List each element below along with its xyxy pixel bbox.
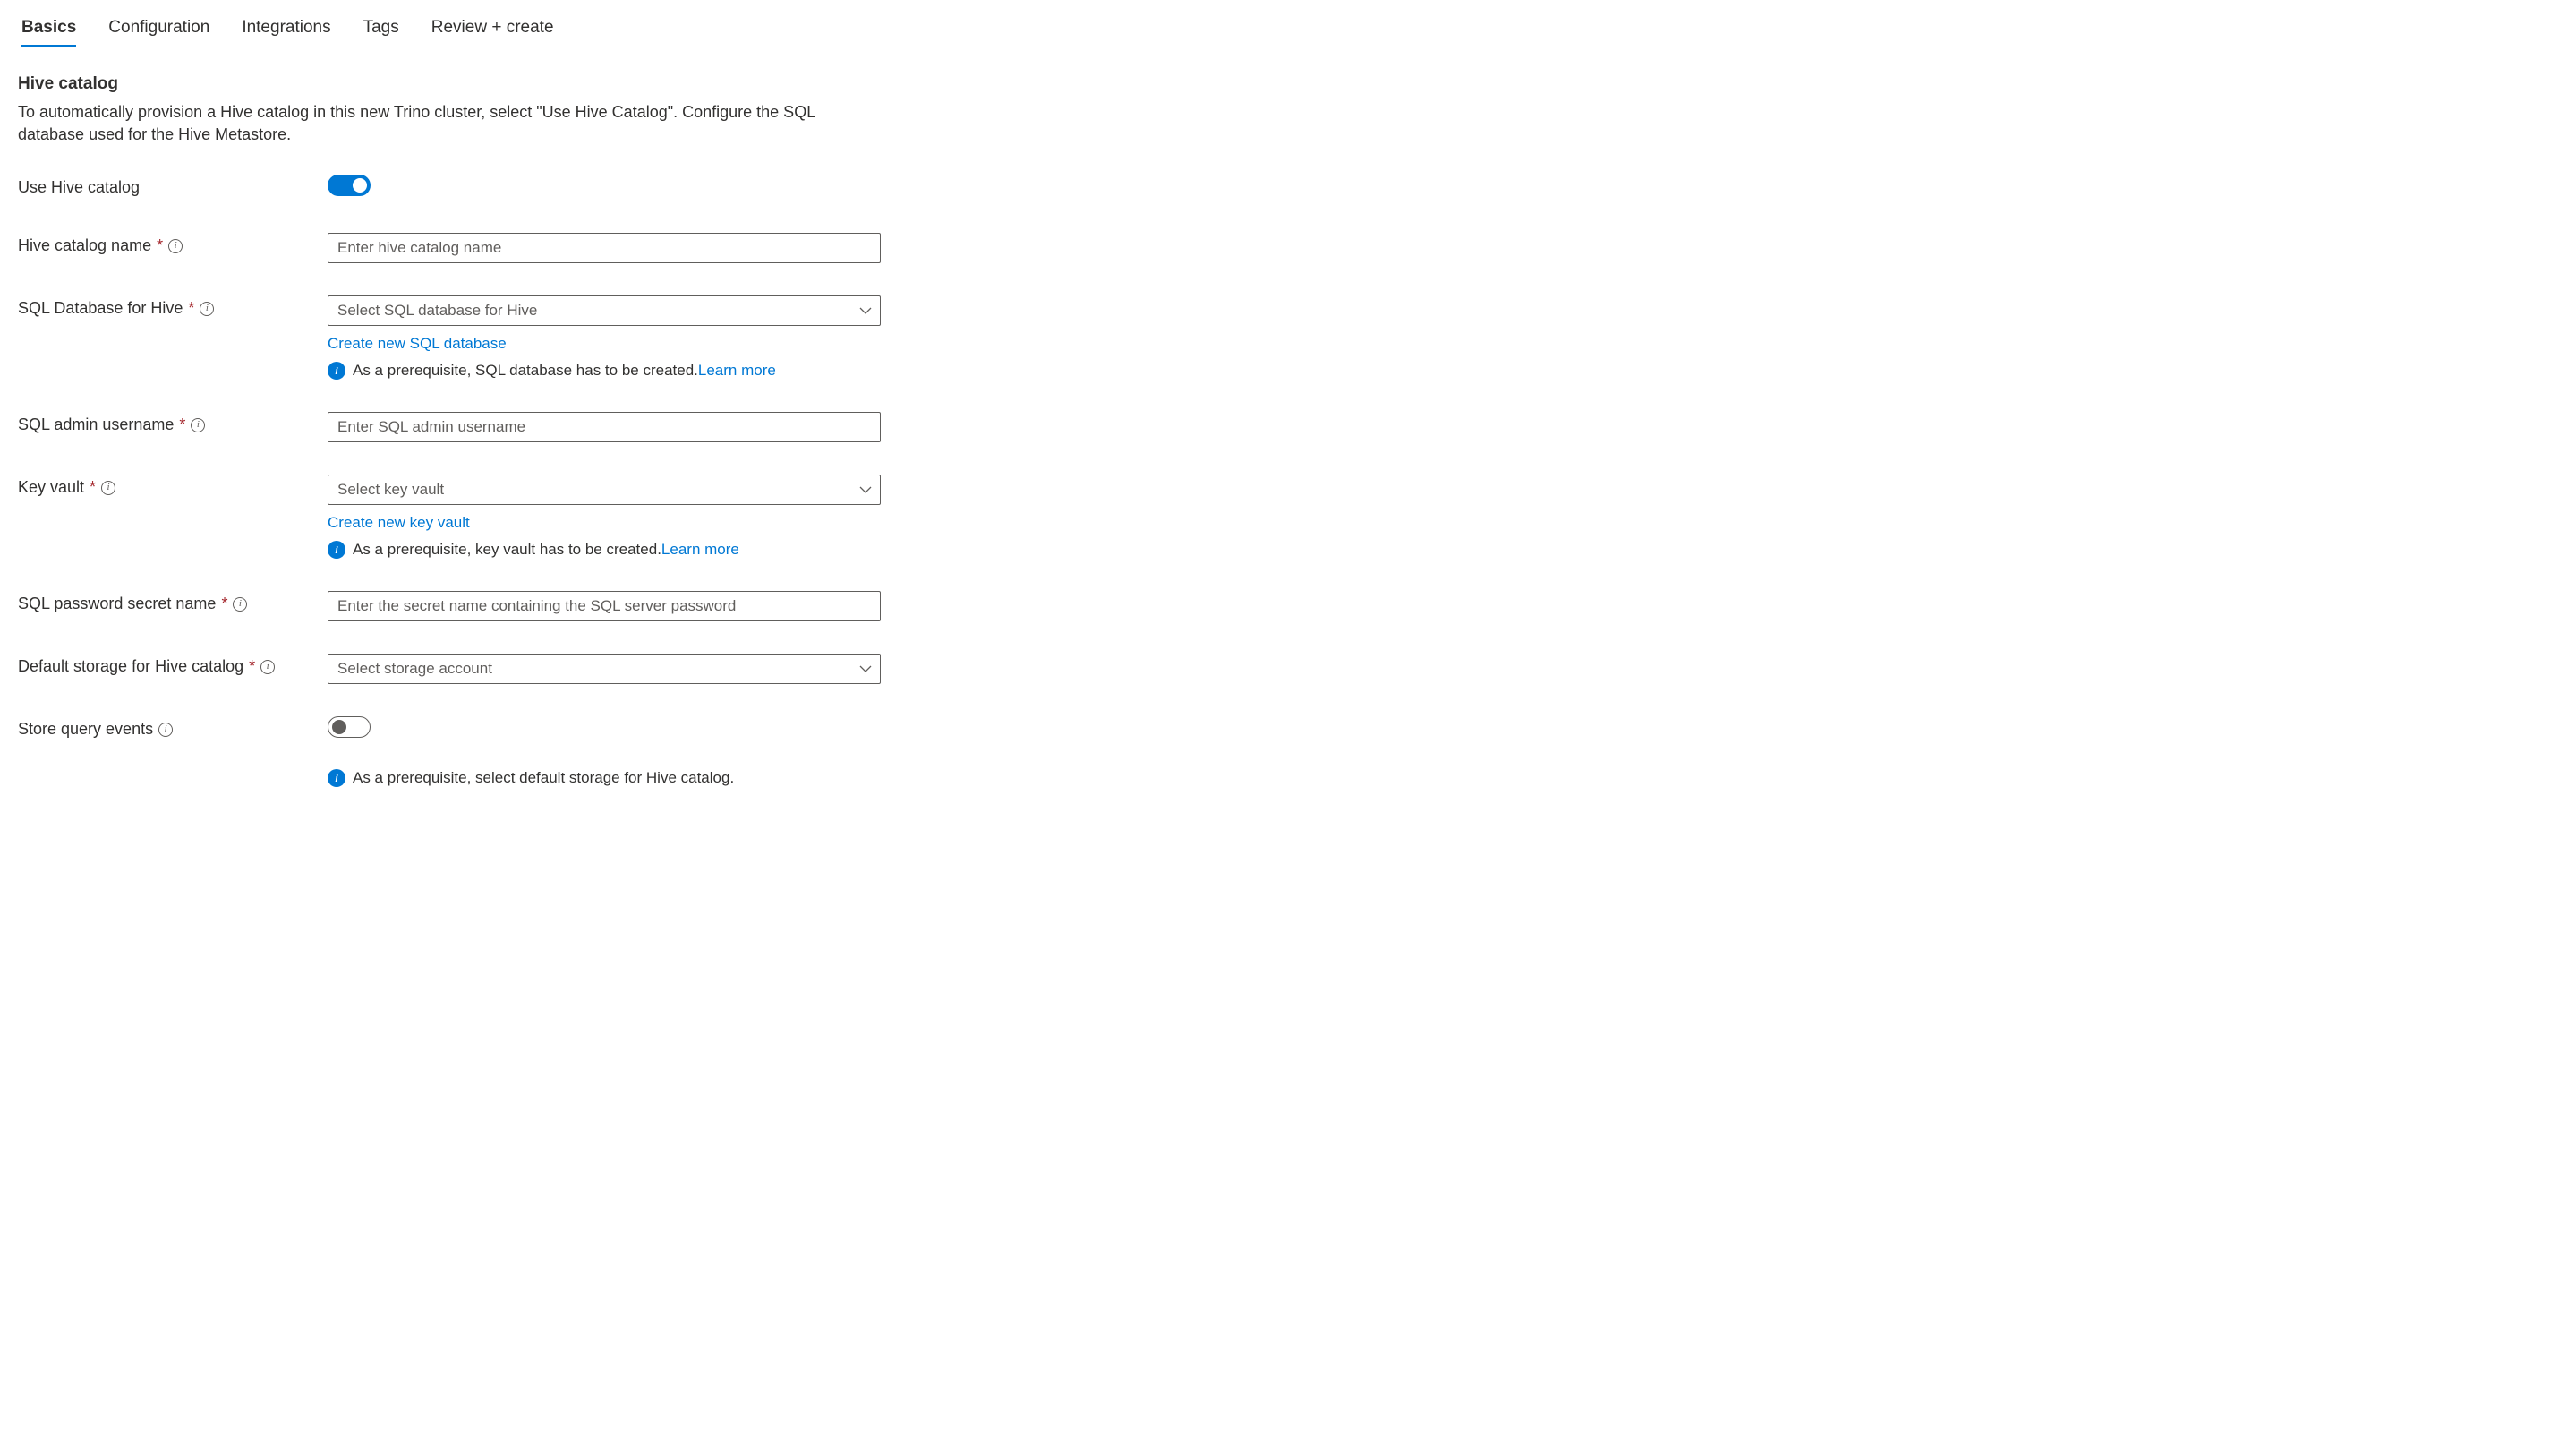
tabs-nav: Basics Configuration Integrations Tags R…: [18, 18, 2558, 47]
sql-db-placeholder: Select SQL database for Hive: [337, 302, 537, 320]
default-storage-label: Default storage for Hive catalog: [18, 657, 243, 676]
sql-db-select[interactable]: Select SQL database for Hive: [328, 295, 881, 326]
tab-integrations[interactable]: Integrations: [242, 18, 330, 47]
info-icon[interactable]: i: [260, 660, 275, 674]
catalog-name-input[interactable]: [328, 233, 881, 263]
info-icon[interactable]: i: [101, 481, 115, 495]
key-vault-select[interactable]: Select key vault: [328, 475, 881, 505]
required-icon: *: [249, 657, 255, 676]
info-badge-icon: i: [328, 362, 345, 380]
toggle-knob-icon: [353, 178, 367, 193]
tab-basics[interactable]: Basics: [21, 18, 76, 47]
required-icon: *: [179, 415, 185, 434]
use-hive-toggle[interactable]: [328, 175, 371, 196]
key-vault-learn-more-link[interactable]: Learn more: [661, 541, 739, 558]
secret-name-input[interactable]: [328, 591, 881, 621]
required-icon: *: [188, 299, 194, 318]
catalog-name-label: Hive catalog name: [18, 236, 151, 255]
info-badge-icon: i: [328, 769, 345, 787]
info-icon[interactable]: i: [233, 597, 247, 612]
key-vault-label: Key vault: [18, 478, 84, 497]
create-sql-db-link[interactable]: Create new SQL database: [328, 335, 507, 353]
tab-review-create[interactable]: Review + create: [431, 18, 554, 47]
sql-db-label: SQL Database for Hive: [18, 299, 183, 318]
info-icon[interactable]: i: [168, 239, 183, 253]
info-icon[interactable]: i: [191, 418, 205, 432]
sql-user-label: SQL admin username: [18, 415, 174, 434]
tab-tags[interactable]: Tags: [363, 18, 399, 47]
tab-configuration[interactable]: Configuration: [108, 18, 209, 47]
key-vault-info-text: As a prerequisite, key vault has to be c…: [353, 541, 661, 558]
use-hive-label: Use Hive catalog: [18, 178, 140, 197]
default-storage-placeholder: Select storage account: [337, 660, 492, 678]
secret-name-label: SQL password secret name: [18, 595, 216, 613]
required-icon: *: [221, 595, 227, 613]
sql-db-info-text: As a prerequisite, SQL database has to b…: [353, 362, 698, 379]
store-query-toggle[interactable]: [328, 716, 371, 738]
key-vault-placeholder: Select key vault: [337, 481, 444, 499]
toggle-knob-icon: [332, 720, 346, 734]
create-key-vault-link[interactable]: Create new key vault: [328, 514, 470, 532]
info-badge-icon: i: [328, 541, 345, 559]
store-query-label: Store query events: [18, 720, 153, 739]
section-title: Hive catalog: [18, 74, 2558, 94]
sql-user-input[interactable]: [328, 412, 881, 442]
required-icon: *: [90, 478, 96, 497]
section-description: To automatically provision a Hive catalo…: [18, 101, 877, 146]
info-icon[interactable]: i: [158, 723, 173, 737]
sql-db-learn-more-link[interactable]: Learn more: [698, 362, 776, 379]
store-query-info-text: As a prerequisite, select default storag…: [353, 769, 734, 787]
required-icon: *: [157, 236, 163, 255]
info-icon[interactable]: i: [200, 302, 214, 316]
default-storage-select[interactable]: Select storage account: [328, 654, 881, 684]
